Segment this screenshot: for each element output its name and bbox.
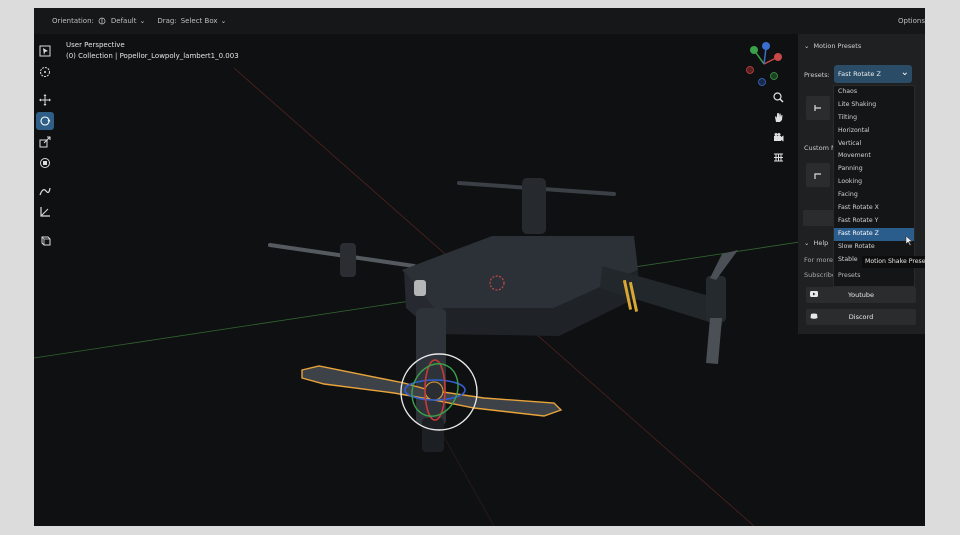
annotate-icon[interactable] xyxy=(36,182,54,200)
options-menu[interactable]: Options xyxy=(898,17,925,25)
tool-shelf xyxy=(36,42,56,249)
help-section-header[interactable]: ⌄ Help xyxy=(804,239,828,247)
discord-button[interactable]: Discord xyxy=(806,309,916,325)
select-icon[interactable] xyxy=(36,42,54,60)
tooltip: Motion Shake Preset xyxy=(862,256,925,268)
drag-label: Drag: xyxy=(157,17,177,25)
grid-icon[interactable] xyxy=(771,150,785,164)
drag-value: Select Box xyxy=(180,17,218,25)
custom-label: Custom M xyxy=(804,144,837,152)
dropdown-section-label: Presets xyxy=(838,272,861,279)
drag-dropdown[interactable]: Select Box ⌄ xyxy=(177,16,231,26)
menu-item-vertical[interactable]: Vertical xyxy=(834,138,914,151)
scale-icon[interactable] xyxy=(36,133,54,151)
zoom-icon[interactable] xyxy=(771,90,785,104)
orientation-dropdown[interactable]: Default ⌄ xyxy=(94,16,149,26)
panel-header[interactable]: ⌄ Motion Presets xyxy=(804,42,861,50)
chevron-down-icon: ⌄ xyxy=(220,17,227,25)
discord-label: Discord xyxy=(848,313,874,321)
measure-icon[interactable] xyxy=(36,203,54,221)
more-info-text: For more i xyxy=(804,256,837,264)
hand-pan-icon[interactable] xyxy=(771,110,785,124)
z-axis-handle xyxy=(762,42,770,50)
presets-label: Presets: xyxy=(804,71,830,79)
presets-value: Fast Rotate Z xyxy=(838,70,881,78)
cursor-icon[interactable] xyxy=(36,63,54,81)
youtube-label: Youtube xyxy=(848,291,874,299)
transform-icon[interactable] xyxy=(36,154,54,172)
mouse-cursor-icon xyxy=(905,236,913,246)
custom-thumbnail[interactable] xyxy=(806,163,830,187)
preset-thumbnail[interactable] xyxy=(806,96,830,120)
menu-item-fast-rotate-x[interactable]: Fast Rotate X xyxy=(834,202,914,215)
drag-group: Drag: Select Box ⌄ xyxy=(157,16,230,26)
chevron-down-icon: ⌄ xyxy=(900,67,909,78)
chevron-down-icon: ⌄ xyxy=(139,17,146,25)
menu-item-slow-rotate[interactable]: Slow Rotate xyxy=(834,241,914,254)
view-perspective-label: User Perspective xyxy=(66,41,125,49)
orientation-value: Default xyxy=(110,17,137,25)
camera-icon[interactable] xyxy=(771,130,785,144)
menu-item-facing[interactable]: Facing xyxy=(834,189,914,202)
panel-title: Motion Presets xyxy=(813,42,862,50)
blender-window: Orientation: Default ⌄ Drag: Select Box … xyxy=(34,8,925,526)
menu-item-fast-rotate-y[interactable]: Fast Rotate Y xyxy=(834,215,914,228)
menu-item-lite-shaking[interactable]: Lite Shaking xyxy=(834,99,914,112)
viewport-header: Orientation: Default ⌄ Drag: Select Box … xyxy=(34,8,925,34)
subscribe-text: Subscribe xyxy=(804,271,836,279)
active-collection-label: (0) Collection | Popellor_Lowpoly_lamber… xyxy=(66,52,239,60)
menu-item-tilting[interactable]: Tilting xyxy=(834,112,914,125)
chevron-down-icon: ⌄ xyxy=(804,239,810,247)
menu-item-panning[interactable]: Panning xyxy=(834,163,914,176)
orientation-label: Orientation: xyxy=(52,17,94,25)
presets-dropdown[interactable]: Fast Rotate Z ⌄ xyxy=(834,65,912,83)
discord-icon xyxy=(810,313,818,321)
youtube-button[interactable]: Youtube xyxy=(806,287,916,303)
orientation-icon xyxy=(98,17,106,25)
y-axis-handle xyxy=(750,46,758,54)
navigation-controls xyxy=(771,90,785,164)
help-label: Help xyxy=(813,239,829,247)
menu-item-looking[interactable]: Looking xyxy=(834,176,914,189)
move-icon[interactable] xyxy=(36,91,54,109)
viewport-scene[interactable] xyxy=(34,8,925,526)
menu-item-horizontal[interactable]: Horizontal xyxy=(834,125,914,138)
menu-item-movement[interactable]: Movement xyxy=(834,150,914,163)
add-cube-icon[interactable] xyxy=(36,231,54,249)
chevron-down-icon: ⌄ xyxy=(804,42,810,50)
rotate-icon[interactable] xyxy=(36,112,54,130)
x-axis-handle xyxy=(774,53,782,61)
orientation-group: Orientation: Default ⌄ xyxy=(52,16,149,26)
youtube-icon xyxy=(810,291,818,299)
menu-item-fast-rotate-z[interactable]: Fast Rotate Z xyxy=(834,227,914,241)
navigation-gizmo[interactable] xyxy=(740,40,788,88)
menu-item-chaos[interactable]: Chaos xyxy=(834,86,914,99)
